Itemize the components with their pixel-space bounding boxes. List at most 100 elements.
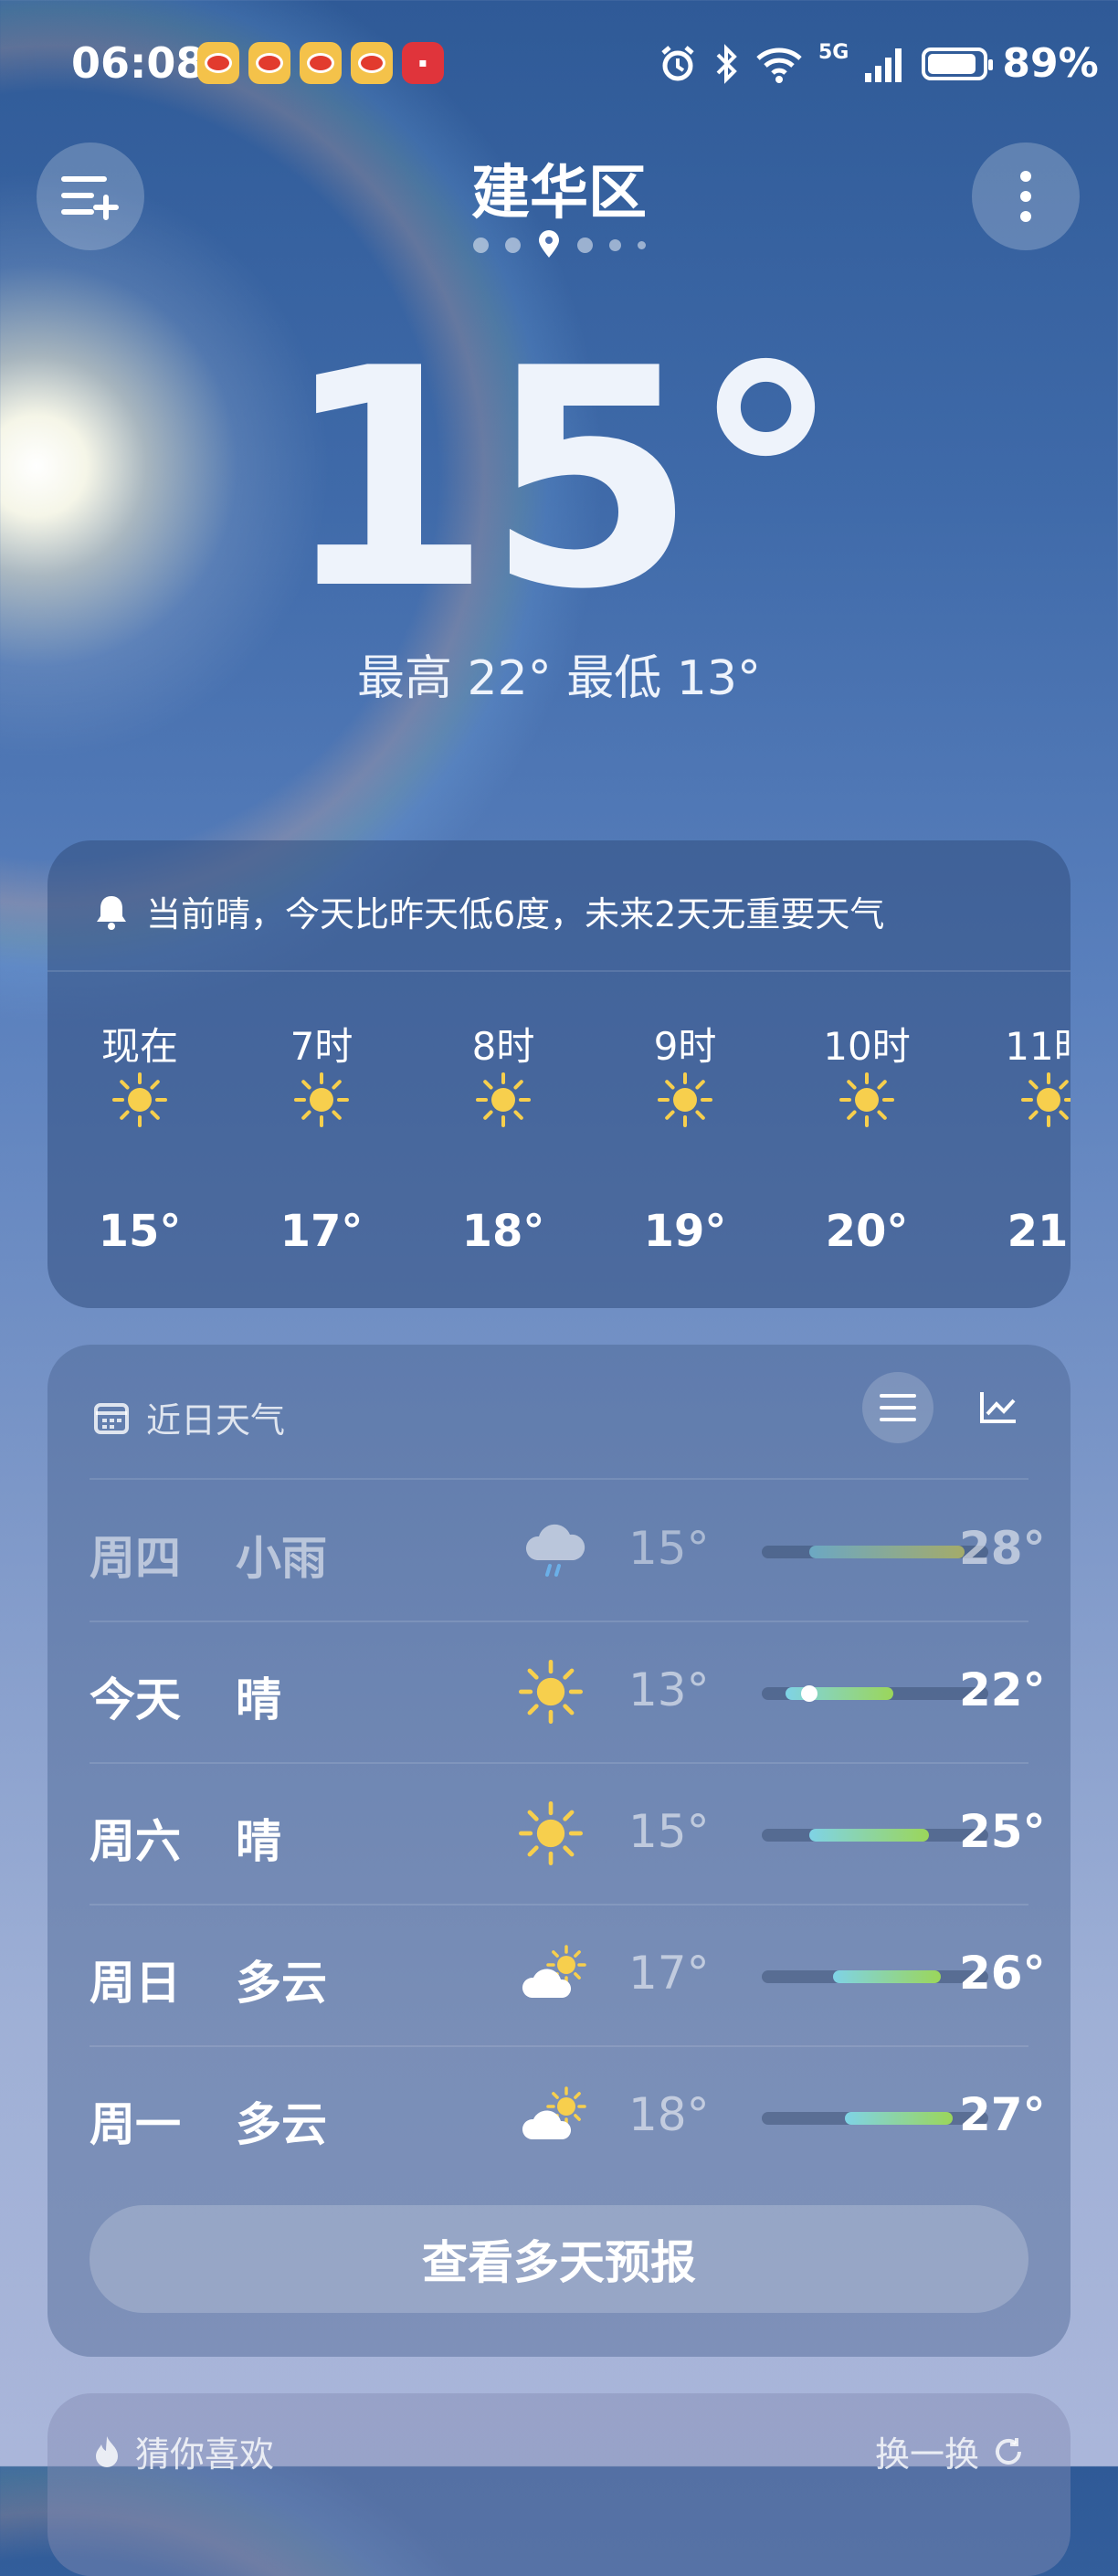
weather-icon (519, 1943, 592, 2007)
daily-row[interactable]: 周日 多云 17° 26° (90, 1905, 1046, 2045)
refresh-label: 换一换 (874, 2434, 979, 2475)
weibo-notification-icon (197, 42, 239, 84)
daily-row[interactable]: 周一 多云 18° 27° (90, 2046, 1046, 2187)
city-name[interactable]: 建华区 (0, 146, 1118, 230)
hour-temp: 19° (643, 1206, 727, 1257)
day-label: 周四 (90, 1532, 181, 1585)
hour-temp: 20° (825, 1206, 909, 1257)
sun-icon (112, 1072, 167, 1127)
light-rain-icon (525, 1524, 585, 1577)
hour-icon (1021, 1072, 1071, 1127)
daily-row[interactable]: 今天 晴 13° 22° (90, 1621, 1046, 1762)
page-dot (608, 238, 621, 251)
low-temp: 15° (628, 1805, 710, 1858)
high-temp: 25° (959, 1805, 1046, 1858)
temp-range-bar (809, 1546, 965, 1558)
status-time: 06:08 (71, 38, 206, 88)
hour-icon (294, 1072, 349, 1127)
sun-icon (294, 1072, 349, 1127)
condition-label: 晴 (236, 1815, 281, 1868)
temp-range-track (762, 1829, 988, 1842)
weather-icon (519, 2085, 592, 2148)
page-indicator (0, 230, 1118, 259)
weibo-notification-icon (300, 42, 342, 84)
wifi-icon (756, 48, 802, 83)
signal-icon (865, 48, 902, 82)
daily-row[interactable]: 周四 小雨 15° 28° (90, 1480, 1046, 1621)
weather-icon (519, 1660, 592, 1724)
low-temp: 15° (628, 1522, 710, 1575)
flame-icon (96, 2435, 118, 2467)
temp-range-bar (845, 2112, 953, 2125)
recommend-header: 猜你喜欢 (93, 2426, 274, 2476)
weibo-notification-icon (351, 42, 393, 84)
battery-icon (922, 47, 994, 80)
high-temp: 22° (959, 1663, 1046, 1716)
chart-view-toggle[interactable] (963, 1372, 1034, 1443)
view-more-forecast-button[interactable]: 查看多天预报 (90, 2205, 1028, 2313)
recommend-card: 猜你喜欢 换一换 (47, 2393, 1071, 2576)
app-notification-icon: ▪ (402, 42, 444, 84)
temp-range-track (762, 1546, 988, 1558)
current-temperature: 15° (281, 304, 841, 655)
day-label: 周六 (90, 1815, 181, 1868)
temp-range-track (762, 1970, 988, 1983)
condition-label: 晴 (236, 1673, 281, 1726)
condition-label: 多云 (236, 1957, 327, 2010)
hourly-forecast-card: 当前晴，今天比昨天低6度，未来2天无重要天气 现在 15° 7时 17° 8时 18… (47, 840, 1071, 1308)
weather-icon (519, 1801, 592, 1865)
temp-range-bar (833, 1970, 941, 1983)
hour-temp: 17° (280, 1206, 364, 1257)
hour-icon (839, 1072, 894, 1127)
bluetooth-icon (716, 43, 737, 84)
line-chart-icon (980, 1392, 1016, 1423)
sun-icon (658, 1072, 712, 1127)
temp-range-track (762, 1685, 988, 1702)
list-view-toggle[interactable] (862, 1372, 933, 1443)
day-label: 今天 (90, 1673, 181, 1726)
refresh-icon (996, 2437, 1021, 2465)
high-temp: 28° (959, 1522, 1046, 1575)
location-pin-icon (538, 230, 559, 258)
daily-row[interactable]: 周六 晴 15° 25° (90, 1763, 1046, 1904)
daily-forecast-card: 近日天气 周四 小雨 15° 28° 今天 晴 13° 22° 周六 晴 15° (47, 1345, 1071, 2357)
status-indicators: 5G 89% (658, 40, 1099, 87)
hour-temp: 18° (461, 1206, 545, 1257)
condition-label: 小雨 (236, 1532, 327, 1585)
sun-icon (839, 1072, 894, 1127)
low-temp: 13° (628, 1663, 710, 1716)
hour-label: 10时 (823, 1024, 911, 1069)
daily-card-title: 近日天气 (146, 1400, 286, 1441)
hourly-list[interactable]: 现在 15° 7时 17° 8时 18° 9时 19° 10时 20° 11时 21° (47, 840, 1071, 1308)
condition-label: 多云 (236, 2098, 327, 2151)
partly-cloudy-icon (522, 2086, 586, 2139)
weibo-notification-icon (248, 42, 290, 84)
page-dot (637, 240, 646, 249)
sun-icon (1021, 1072, 1071, 1127)
page-dot (472, 237, 489, 253)
list-icon (880, 1394, 916, 1421)
sun-icon (519, 1660, 583, 1724)
sun-icon (519, 1801, 583, 1865)
hour-icon (658, 1072, 712, 1127)
sun-icon (476, 1072, 531, 1127)
hour-label: 9时 (653, 1024, 717, 1069)
more-vertical-icon (1020, 171, 1031, 222)
day-label: 周日 (90, 1957, 181, 2010)
weather-icon (519, 1518, 592, 1582)
refresh-button[interactable]: 换一换 (875, 2426, 1025, 2476)
page-dot (576, 237, 593, 253)
temp-range-track (762, 2112, 988, 2125)
battery-percent: 89% (1002, 40, 1099, 87)
page-dot (504, 237, 521, 253)
hour-label: 11时 (1005, 1024, 1071, 1069)
day-label: 周一 (90, 2098, 181, 2151)
notification-icons: ▪ (197, 42, 444, 84)
hour-label: 7时 (290, 1024, 353, 1069)
high-temp: 27° (959, 2088, 1046, 2141)
calendar-icon (94, 1402, 129, 1434)
low-temp: 18° (628, 2088, 710, 2141)
hour-icon (476, 1072, 531, 1127)
hour-label: 8时 (471, 1024, 535, 1069)
more-options-button[interactable] (972, 143, 1080, 250)
